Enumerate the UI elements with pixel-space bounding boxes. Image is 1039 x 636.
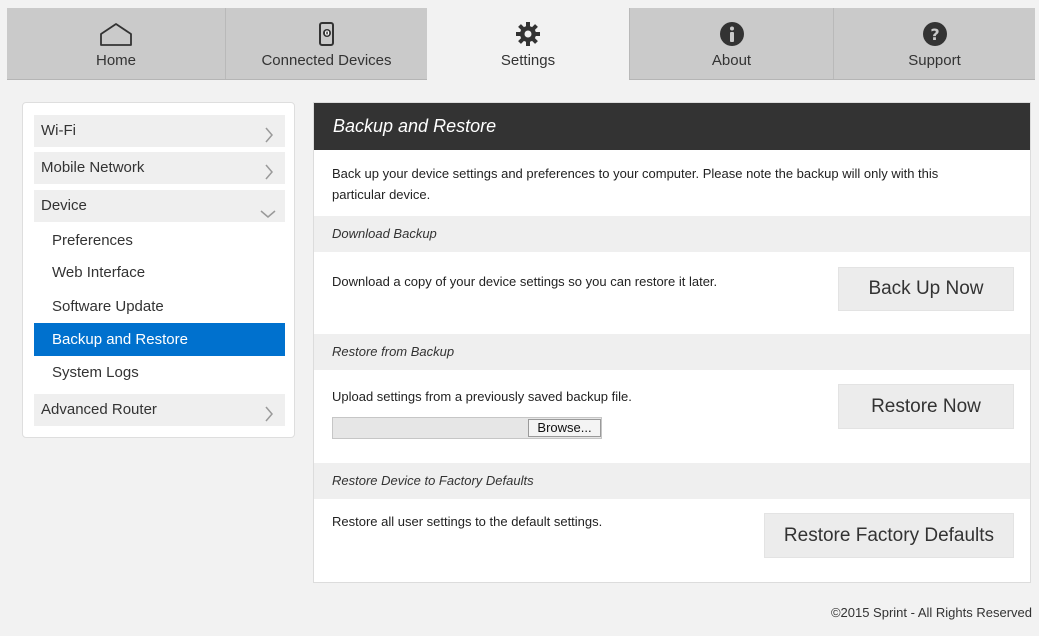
tab-label: Support [908, 52, 961, 69]
restore-now-button[interactable]: Restore Now [838, 384, 1014, 429]
back-up-now-button[interactable]: Back Up Now [838, 267, 1014, 311]
sidebar-item-label: Device [41, 197, 87, 214]
sidebar-subitem-backup-restore[interactable]: Backup and Restore [34, 323, 285, 356]
top-navigation: Home 0 Connected Devices Settings About … [7, 8, 1035, 80]
chevron-right-icon [262, 160, 276, 180]
sidebar-item-advanced-router[interactable]: Advanced Router [34, 394, 285, 426]
svg-text:?: ? [930, 25, 939, 44]
section-heading-factory: Restore Device to Factory Defaults [314, 463, 1030, 499]
tab-settings[interactable]: Settings [427, 8, 629, 80]
browse-button[interactable]: Browse... [528, 419, 601, 437]
sidebar-item-device[interactable]: Device [34, 190, 285, 222]
tab-label: About [711, 52, 752, 69]
chevron-down-icon [260, 200, 276, 218]
copyright-footer: ©2015 Sprint - All Rights Reserved [830, 605, 1032, 620]
tab-home[interactable]: Home [7, 8, 225, 79]
gear-icon [427, 21, 629, 49]
sidebar-item-mobile-network[interactable]: Mobile Network [34, 152, 285, 184]
sidebar-item-wifi[interactable]: Wi-Fi [34, 115, 285, 147]
connected-devices-icon: 0 [226, 21, 427, 49]
tab-label: Home [95, 52, 136, 69]
help-icon: ? [834, 21, 1035, 49]
sidebar: Wi-Fi Mobile Network Device Preferences … [22, 102, 295, 438]
backup-restore-panel: Backup and Restore Back up your device s… [313, 102, 1031, 583]
info-icon [630, 21, 833, 49]
sidebar-subitem-preferences[interactable]: Preferences [34, 224, 285, 257]
home-icon [7, 21, 225, 49]
intro-text: Back up your device settings and prefere… [332, 166, 939, 202]
sidebar-item-label: Mobile Network [41, 159, 145, 176]
tab-about[interactable]: About [629, 8, 833, 79]
sidebar-subitem-system-logs[interactable]: System Logs [34, 356, 285, 389]
tab-label: Settings [500, 52, 556, 69]
section-heading-download: Download Backup [314, 216, 1030, 252]
restore-factory-defaults-button[interactable]: Restore Factory Defaults [764, 513, 1014, 558]
restore-description: Upload settings from a previously saved … [332, 389, 632, 404]
svg-text:0: 0 [324, 30, 329, 38]
chevron-right-icon [262, 123, 276, 143]
file-upload-field[interactable]: Browse... [332, 417, 602, 439]
page-title: Backup and Restore [314, 103, 1030, 150]
tab-connected-devices[interactable]: 0 Connected Devices [225, 8, 427, 79]
sidebar-item-label: Advanced Router [41, 401, 157, 418]
sidebar-item-label: Wi-Fi [41, 122, 76, 139]
tab-support[interactable]: ? Support [833, 8, 1035, 79]
chevron-right-icon [262, 402, 276, 422]
tab-label: Connected Devices [261, 52, 392, 69]
sidebar-subitem-web-interface[interactable]: Web Interface [34, 256, 285, 289]
factory-description: Restore all user settings to the default… [332, 514, 603, 529]
download-description: Download a copy of your device settings … [332, 274, 718, 289]
sidebar-subitem-software-update[interactable]: Software Update [34, 290, 285, 323]
section-heading-restore: Restore from Backup [314, 334, 1030, 370]
